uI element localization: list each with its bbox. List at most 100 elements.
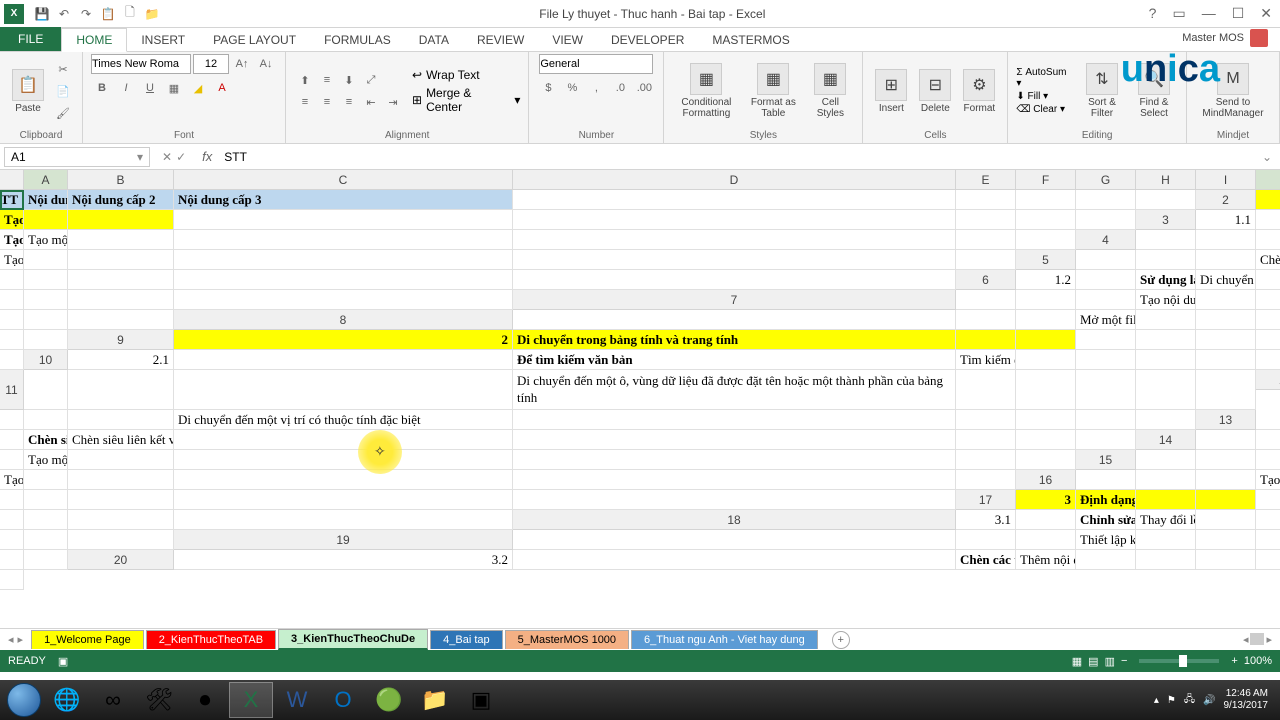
cell-a2[interactable]: 1 — [1256, 190, 1280, 210]
cell-a15[interactable] — [1136, 450, 1196, 470]
formula-input[interactable] — [220, 150, 1254, 164]
cell-empty[interactable] — [1136, 190, 1196, 210]
cell-empty[interactable] — [1016, 430, 1076, 450]
cell-empty[interactable] — [1136, 410, 1196, 430]
tab-review[interactable]: REVIEW — [463, 29, 538, 51]
cell-d10[interactable]: Tìm kiếm định dạng — [956, 350, 1016, 370]
col-header-G[interactable]: G — [1076, 170, 1136, 190]
minimize-icon[interactable]: — — [1198, 5, 1220, 22]
format-painter-icon[interactable]: 🖌 — [52, 103, 74, 123]
font-size-select[interactable] — [193, 54, 229, 74]
tab-developer[interactable]: DEVELOPER — [597, 29, 698, 51]
cell-empty[interactable] — [174, 490, 513, 510]
cell-empty[interactable] — [956, 190, 1016, 210]
cell-a19[interactable] — [513, 530, 956, 550]
col-header-B[interactable]: B — [68, 170, 174, 190]
align-bottom-icon[interactable]: ⬇ — [338, 70, 360, 90]
cell-empty[interactable] — [513, 450, 956, 470]
cell-c11[interactable] — [174, 370, 513, 410]
decimal-dec-icon[interactable]: .00 — [633, 78, 655, 98]
cell-empty[interactable] — [1256, 550, 1280, 570]
cell-empty[interactable] — [1196, 550, 1256, 570]
cell-b6[interactable] — [1076, 270, 1136, 290]
cell-c12[interactable] — [68, 410, 174, 430]
clock[interactable]: 12:46 AM 9/13/2017 — [1224, 688, 1269, 712]
align-middle-icon[interactable]: ≡ — [316, 70, 338, 90]
cell-c15[interactable] — [1256, 450, 1280, 470]
cell-b10[interactable] — [174, 350, 513, 370]
currency-icon[interactable]: $ — [537, 78, 559, 98]
tab-mastermos[interactable]: MASTERMOS — [698, 29, 803, 51]
cell-empty[interactable] — [956, 250, 1016, 270]
cell-empty[interactable] — [174, 470, 513, 490]
cell-styles-button[interactable]: ▦Cell Styles — [806, 61, 854, 121]
row-header-1[interactable]: 1 — [1256, 170, 1280, 190]
spreadsheet-grid[interactable]: ABCDEFGHI1STTNội dung cấp 1Nội dung cấp … — [0, 170, 1280, 628]
cell-b16[interactable] — [1136, 470, 1196, 490]
cancel-formula-icon[interactable]: ✕ — [162, 150, 172, 164]
number-format-select[interactable] — [539, 54, 653, 74]
cell-a16[interactable] — [1076, 470, 1136, 490]
cell-a13[interactable]: 2.2 — [1256, 410, 1280, 430]
page-break-view-icon[interactable]: ▥ — [1105, 655, 1115, 668]
hscroll-left-icon[interactable]: ◂ — [1243, 633, 1249, 646]
cell-empty[interactable] — [513, 430, 956, 450]
cell-empty[interactable] — [1256, 350, 1280, 370]
cell-b12[interactable] — [24, 410, 68, 430]
cell-empty[interactable] — [513, 210, 956, 230]
cell-b19[interactable] — [956, 530, 1016, 550]
cell-empty[interactable] — [956, 470, 1016, 490]
cell-a4[interactable] — [1136, 230, 1196, 250]
row-header-19[interactable]: 19 — [174, 530, 513, 550]
conditional-formatting-button[interactable]: ▦Conditional Formatting — [672, 61, 740, 121]
cell-empty[interactable] — [1136, 350, 1196, 370]
cell-b17[interactable]: Định dạng bảng tính và trang tính — [1076, 490, 1136, 510]
cell-b18[interactable] — [1016, 510, 1076, 530]
cell-empty[interactable] — [1016, 410, 1076, 430]
tab-insert[interactable]: INSERT — [127, 29, 199, 51]
cell-empty[interactable] — [68, 450, 174, 470]
outlook-icon[interactable]: O — [321, 682, 365, 718]
col-header-H[interactable]: H — [1136, 170, 1196, 190]
cell-b7[interactable] — [1016, 290, 1076, 310]
paste-button[interactable]: 📋Paste — [8, 67, 48, 116]
cell-a3[interactable]: 1.1 — [1196, 210, 1256, 230]
cell-empty[interactable] — [1016, 190, 1076, 210]
cell-empty[interactable] — [68, 230, 174, 250]
border-icon[interactable]: ▦ — [163, 78, 185, 98]
cell-empty[interactable] — [513, 470, 956, 490]
camtasia-icon[interactable]: ⏺ — [183, 682, 227, 718]
cell-d6[interactable]: Di chuyển hoặc copy một worksheet — [1196, 270, 1256, 290]
cell-d11[interactable]: Di chuyển đến một ô, vùng dữ liệu đã đượ… — [513, 370, 956, 410]
cell-d15[interactable]: Tạo liên kết đến trang tính hoặc vùng dữ… — [0, 470, 24, 490]
cell-d7[interactable]: Tạo nội dung từ 1 file text bằng cách im… — [1136, 290, 1196, 310]
sheet-tab-5[interactable]: 5_MasterMOS 1000 — [505, 630, 629, 649]
cell-empty[interactable] — [68, 510, 174, 530]
flag-icon[interactable]: ⚑ — [1167, 695, 1176, 706]
vs-icon[interactable]: ∞ — [91, 682, 135, 718]
tray-arrow-icon[interactable]: ▴ — [1154, 695, 1159, 706]
tab-home[interactable]: HOME — [61, 28, 127, 52]
cell-empty[interactable] — [513, 410, 956, 430]
cell-empty[interactable] — [1076, 410, 1136, 430]
send-mindmanager-button[interactable]: MSend to MindManager — [1195, 61, 1271, 121]
row-header-11[interactable]: 11 — [0, 370, 24, 410]
cell-empty[interactable] — [1076, 330, 1136, 350]
cell-c16[interactable] — [1196, 470, 1256, 490]
cell-empty[interactable] — [1256, 490, 1280, 510]
cell-c19[interactable] — [1016, 530, 1076, 550]
cell-empty[interactable] — [513, 270, 956, 290]
row-header-5[interactable]: 5 — [1016, 250, 1076, 270]
word-icon[interactable]: W — [275, 682, 319, 718]
cell-empty[interactable] — [1256, 510, 1280, 530]
cell-empty[interactable] — [68, 290, 174, 310]
volume-icon[interactable]: 🔊 — [1203, 695, 1215, 706]
cell-empty[interactable] — [174, 250, 513, 270]
cell-b1[interactable]: Nội dung cấp 1 — [24, 190, 68, 210]
cell-a11[interactable] — [24, 370, 68, 410]
cell-a14[interactable] — [1196, 430, 1256, 450]
cell-empty[interactable] — [24, 530, 68, 550]
cell-empty[interactable] — [0, 570, 24, 590]
row-header-6[interactable]: 6 — [956, 270, 1016, 290]
decrease-font-icon[interactable]: A↓ — [255, 54, 277, 74]
